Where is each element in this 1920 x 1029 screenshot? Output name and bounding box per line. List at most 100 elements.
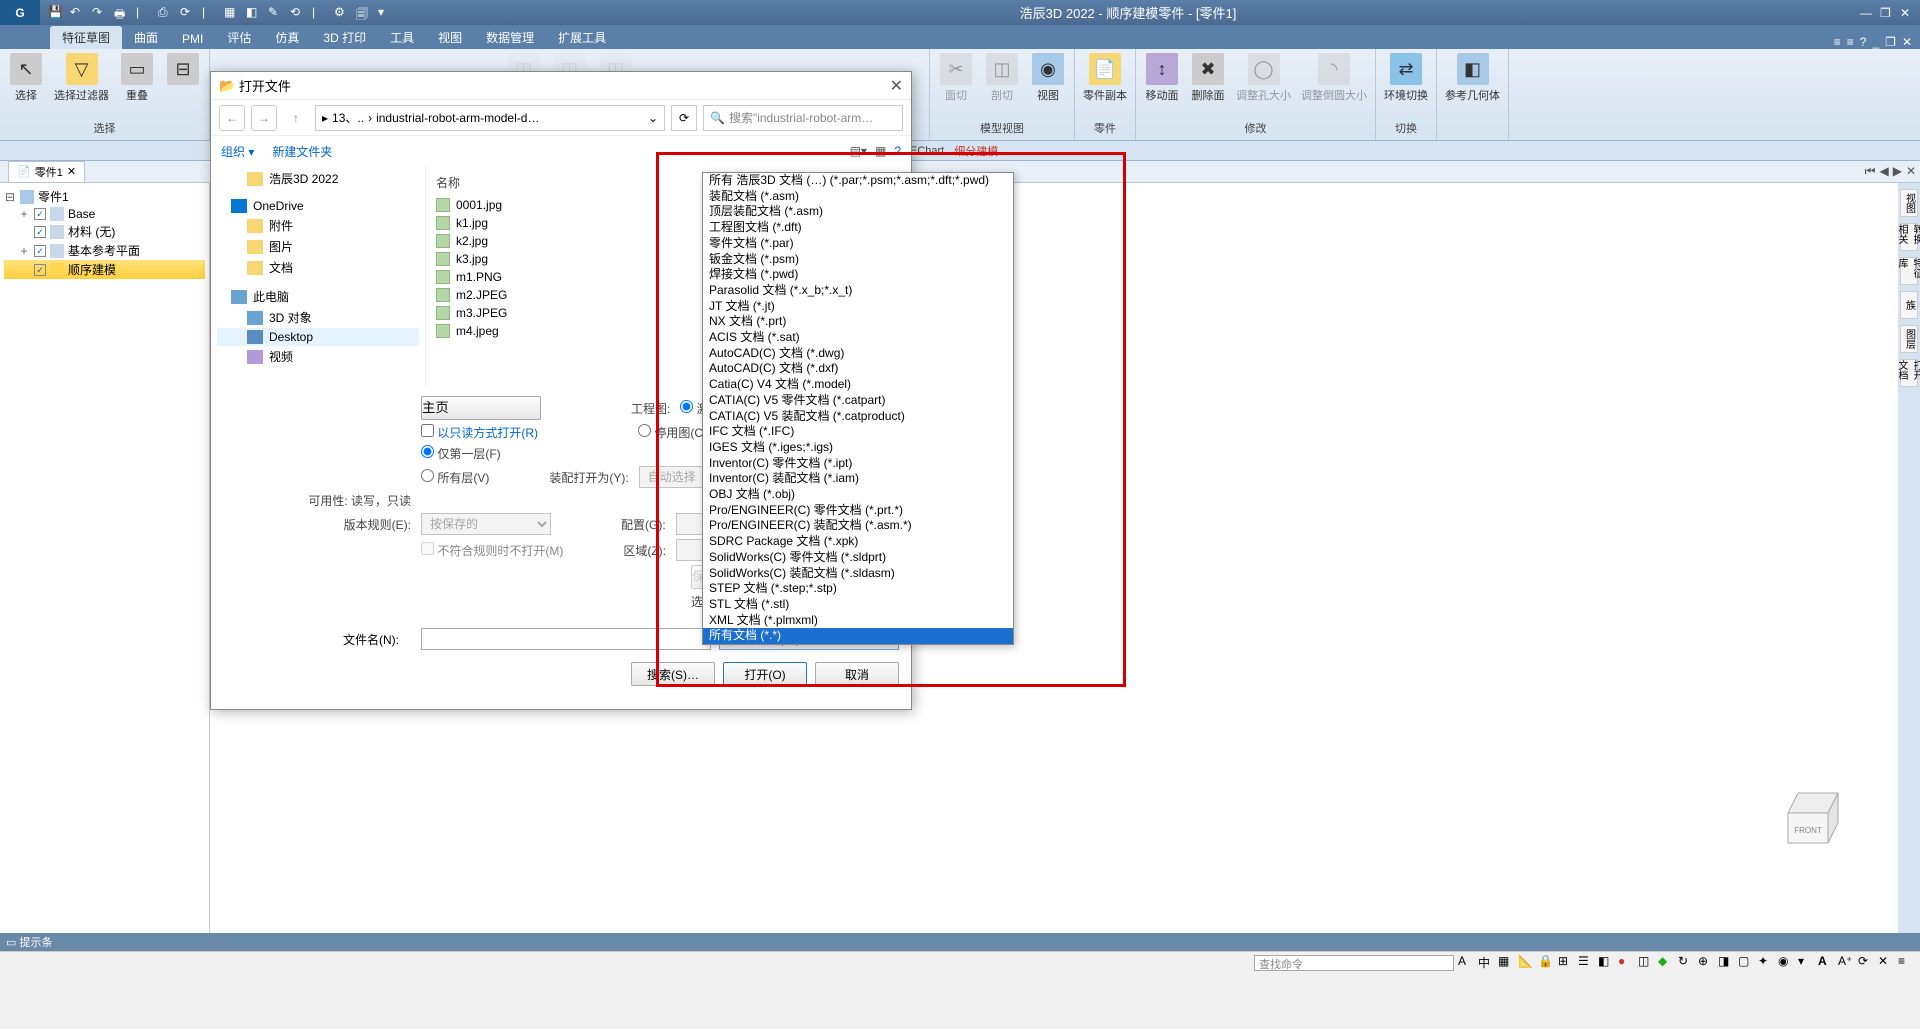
tab-pmi[interactable]: PMI	[170, 29, 215, 49]
resize-fillet-button[interactable]: ◝调整倒圆大小	[1301, 53, 1367, 103]
search-button[interactable]: 搜索(S)…	[631, 662, 715, 686]
filetype-option[interactable]: 焊接文档 (*.pwd)	[703, 267, 1013, 283]
tray-icon[interactable]: ≡	[1898, 954, 1916, 972]
filetype-option[interactable]: AutoCAD(C) 文档 (*.dxf)	[703, 361, 1013, 377]
doc-close-icon[interactable]: ✕	[67, 165, 76, 178]
select-filter-button[interactable]: ▽选择过滤器	[54, 53, 109, 103]
help-rows-icon[interactable]: ≡	[1847, 35, 1854, 49]
tab-view[interactable]: 视图	[426, 26, 474, 49]
rpanel-family[interactable]: 族	[1900, 291, 1918, 319]
filetype-option[interactable]: STEP 文档 (*.step;*.stp)	[703, 581, 1013, 597]
tree-item[interactable]: 材料 (无)	[4, 222, 205, 241]
qat-save-icon[interactable]: 💾	[48, 5, 64, 21]
help-rows-icon[interactable]: ≡	[1834, 35, 1841, 49]
qat-icon[interactable]: 🗐	[356, 5, 372, 21]
rpanel-view[interactable]: 视图	[1900, 189, 1918, 217]
filetype-option[interactable]: STL 文档 (*.stl)	[703, 597, 1013, 613]
sidebar-item[interactable]: 文档	[217, 257, 419, 278]
nav-first-icon[interactable]: ⏮	[1865, 164, 1876, 179]
tray-icon[interactable]: ◆	[1658, 954, 1676, 972]
tray-aplus-icon[interactable]: A⁺	[1838, 954, 1856, 972]
minimize-icon[interactable]: —	[1860, 6, 1874, 20]
filetype-option[interactable]: 零件文档 (*.par)	[703, 236, 1013, 252]
filetype-option[interactable]: AutoCAD(C) 文档 (*.dwg)	[703, 346, 1013, 362]
no-rule-checkbox[interactable]: 不符合规则时不打开(M)	[421, 542, 563, 559]
tray-icon[interactable]: ⟳	[1858, 954, 1876, 972]
resize-hole-button[interactable]: ◯调整孔大小	[1236, 53, 1291, 103]
qat-print-icon[interactable]: 🖶	[114, 5, 130, 21]
filetype-option[interactable]: SolidWorks(C) 零件文档 (*.sldprt)	[703, 550, 1013, 566]
filetype-option[interactable]: NX 文档 (*.prt)	[703, 314, 1013, 330]
qat-dropdown-icon[interactable]: ▾	[378, 5, 394, 21]
search-input[interactable]: 🔍 搜索"industrial-robot-arm…	[703, 105, 903, 131]
mdi-min-icon[interactable]: _	[1872, 35, 1879, 49]
qat-icon[interactable]: ▦	[224, 5, 240, 21]
all-layer-radio[interactable]: 所有层(V)	[421, 469, 489, 486]
sidebar-item[interactable]: OneDrive	[217, 197, 419, 215]
tray-icon[interactable]: ▾	[1798, 954, 1816, 972]
sidebar-item[interactable]: 浩辰3D 2022	[217, 168, 419, 189]
breadcrumb[interactable]: ▸ 13、.. › industrial-robot-arm-model-d… …	[315, 105, 665, 131]
new-folder-button[interactable]: 新建文件夹	[272, 143, 332, 160]
filetype-dropdown[interactable]: 所有 浩辰3D 文档 (…) (*.par;*.psm;*.asm;*.dft;…	[702, 172, 1014, 645]
tray-icon[interactable]: ✕	[1878, 954, 1896, 972]
ref-geom-button[interactable]: ◧参考几何体	[1445, 53, 1500, 103]
tree-item[interactable]: +基本参考平面	[4, 241, 205, 260]
filetype-option[interactable]: IFC 文档 (*.IFC)	[703, 424, 1013, 440]
nav-up-icon[interactable]: ↑	[283, 105, 309, 131]
qat-icon[interactable]: ⎙	[158, 5, 174, 21]
view-cube[interactable]: FRONT	[1778, 783, 1848, 853]
filetype-option[interactable]: XML 文档 (*.plmxml)	[703, 613, 1013, 629]
sidebar-item[interactable]: 此电脑	[217, 286, 419, 307]
filetype-option[interactable]: SolidWorks(C) 装配文档 (*.sldasm)	[703, 566, 1013, 582]
face-cut-button[interactable]: ✂面切	[938, 53, 974, 103]
tree-root[interactable]: ⊟零件1	[4, 187, 205, 206]
version-rule-select[interactable]: 按保存的	[421, 513, 551, 535]
tab-data[interactable]: 数据管理	[474, 26, 546, 49]
rpanel-lib[interactable]: 特征库	[1900, 257, 1918, 285]
subtool-item[interactable]: EChart	[910, 145, 944, 157]
refresh-icon[interactable]: ⟳	[671, 105, 697, 131]
tray-icon[interactable]: ●	[1618, 954, 1636, 972]
view-mode-icon[interactable]: ▤▾	[850, 144, 867, 158]
view-button[interactable]: ◉视图	[1030, 53, 1066, 103]
filetype-option[interactable]: Parasolid 文档 (*.x_b;*.x_t)	[703, 283, 1013, 299]
qat-icon[interactable]: ✎	[268, 5, 284, 21]
nav-back-icon[interactable]: ←	[219, 105, 245, 131]
filename-input[interactable]	[421, 628, 711, 650]
mdi-close-icon[interactable]: ✕	[1902, 35, 1912, 49]
organize-menu[interactable]: 组织 ▾	[221, 143, 254, 160]
filetype-option[interactable]: Pro/ENGINEER(C) 装配文档 (*.asm.*)	[703, 518, 1013, 534]
env-switch-button[interactable]: ⇄环境切换	[1384, 53, 1428, 103]
filetype-option[interactable]: CATIA(C) V5 零件文档 (*.catpart)	[703, 393, 1013, 409]
subtool-subdiv[interactable]: 细分建模	[954, 143, 998, 159]
filetype-option[interactable]: Pro/ENGINEER(C) 零件文档 (*.prt.*)	[703, 503, 1013, 519]
sidebar-item[interactable]: 视频	[217, 346, 419, 367]
tab-ext[interactable]: 扩展工具	[546, 26, 618, 49]
qat-icon[interactable]: ⟳	[180, 5, 196, 21]
filetype-option[interactable]: 钣金文档 (*.psm)	[703, 252, 1013, 268]
help-icon[interactable]: ?	[894, 144, 901, 158]
open-button[interactable]: 打开(O)	[723, 662, 807, 686]
tray-icon[interactable]: 中	[1478, 954, 1496, 972]
filetype-option[interactable]: 所有文档 (*.*)	[703, 628, 1013, 644]
filetype-option[interactable]: Inventor(C) 零件文档 (*.ipt)	[703, 456, 1013, 472]
qat-icon[interactable]: ⚙	[334, 5, 350, 21]
filetype-option[interactable]: IGES 文档 (*.iges;*.igs)	[703, 440, 1013, 456]
delete-face-button[interactable]: ✖删除面	[1190, 53, 1226, 103]
section-button[interactable]: ◫剖切	[984, 53, 1020, 103]
tray-icon[interactable]: ⊞	[1558, 954, 1576, 972]
doc-tab[interactable]: 📄 零件1 ✕	[8, 161, 85, 183]
part-copy-button[interactable]: 📄零件副本	[1083, 53, 1127, 103]
filetype-option[interactable]: 顶层装配文档 (*.asm)	[703, 204, 1013, 220]
app-logo[interactable]: G	[0, 0, 40, 25]
tab-simulation[interactable]: 仿真	[263, 26, 311, 49]
tab-feature-sketch[interactable]: 特征草图	[50, 26, 122, 49]
tray-icon[interactable]: ☰	[1578, 954, 1596, 972]
maximize-icon[interactable]: ❐	[1880, 6, 1894, 20]
tree-item[interactable]: +Base	[4, 206, 205, 222]
readonly-checkbox[interactable]: 以只读方式打开(R)	[421, 424, 538, 441]
filetype-option[interactable]: Catia(C) V4 文档 (*.model)	[703, 377, 1013, 393]
main-page-button[interactable]: 主页	[421, 396, 541, 420]
tray-icon[interactable]: ◨	[1718, 954, 1736, 972]
